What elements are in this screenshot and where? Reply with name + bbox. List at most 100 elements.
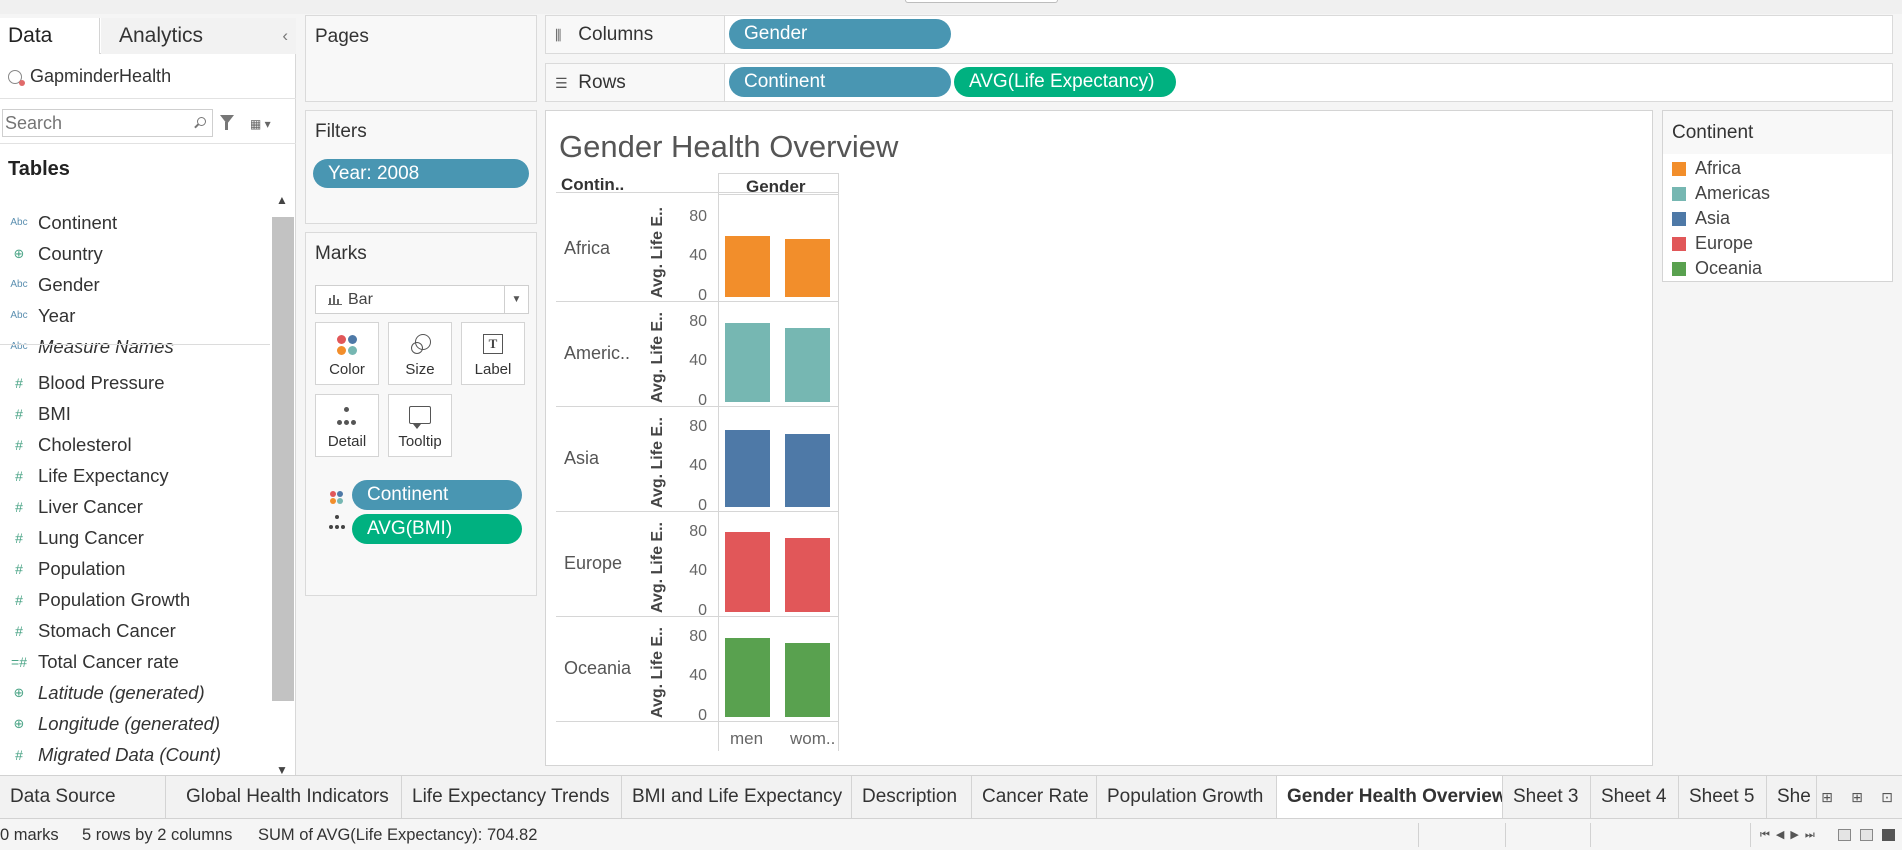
bar-africa-women[interactable] xyxy=(785,238,830,297)
field-item[interactable]: # Population Growth xyxy=(0,584,270,615)
field-item[interactable]: Abc Continent xyxy=(0,207,270,238)
color-legend: Continent Africa Americas Asia Europe Oceani… xyxy=(1662,110,1893,282)
detail-button[interactable]: Detail xyxy=(315,394,379,457)
tab-analytics[interactable]: Analytics ‹ xyxy=(101,18,296,54)
axis-tick-label: 40 xyxy=(689,457,707,475)
tab-data-source[interactable]: Data Source xyxy=(0,776,166,818)
legend-label: Africa xyxy=(1695,158,1742,178)
color-button[interactable]: Color xyxy=(315,322,379,385)
filter-icon[interactable] xyxy=(220,115,234,130)
sheet-tab[interactable]: Sheet 4 xyxy=(1591,776,1679,818)
field-item[interactable]: # Migrated Data (Count) xyxy=(0,739,270,770)
field-item[interactable]: # BMI xyxy=(0,398,270,429)
pages-card[interactable]: Pages xyxy=(305,15,537,102)
new-dashboard-icon[interactable]: ⊞ xyxy=(1842,776,1872,818)
field-item[interactable]: ⊕ Longitude (generated) xyxy=(0,708,270,739)
number-type-icon: # xyxy=(15,405,23,422)
field-item[interactable]: # Stomach Cancer xyxy=(0,615,270,646)
sheet-navigation-icons[interactable]: ⏮◀▶⏭ xyxy=(1760,828,1821,842)
number-type-icon: =# xyxy=(11,653,27,670)
collapse-pane-icon[interactable]: ‹ xyxy=(282,18,288,54)
chevron-down-icon: ▼ xyxy=(504,286,528,313)
color-button-label: Color xyxy=(329,361,365,378)
field-item[interactable]: # Liver Cancer xyxy=(0,491,270,522)
view-options-icon[interactable]: ▦ ▾ xyxy=(250,117,271,131)
tables-heading: Tables xyxy=(8,158,70,180)
axis-tick-label: 0 xyxy=(698,707,707,724)
field-item[interactable]: =# Total Cancer rate xyxy=(0,646,270,677)
columns-shelf[interactable]: ⫼ Columns Gender xyxy=(545,15,1893,54)
mark-type-dropdown[interactable]: Bar ▼ xyxy=(315,285,529,314)
bar-europe-women[interactable] xyxy=(785,537,830,612)
bar-americas-men[interactable] xyxy=(725,322,770,402)
sheet-tab[interactable]: Sheet 5 xyxy=(1679,776,1767,818)
rows-pill-avg-life-expectancy[interactable]: AVG(Life Expectancy) xyxy=(954,67,1176,97)
field-name: Country xyxy=(38,242,103,264)
bar-oceania-women[interactable] xyxy=(785,642,830,717)
field-item[interactable]: # Lung Cancer xyxy=(0,522,270,553)
rows-shelf[interactable]: ☰ Rows Continent AVG(Life Expectancy) xyxy=(545,63,1893,102)
bar-americas-women[interactable] xyxy=(785,327,830,402)
field-name: Total Cancer rate xyxy=(38,650,179,672)
status-sum: SUM of AVG(Life Expectancy): 704.82 xyxy=(258,826,538,844)
filmstrip-view-icon[interactable] xyxy=(1860,829,1873,841)
view-canvas[interactable]: Gender Health Overview Contin.. Gender A… xyxy=(545,110,1653,766)
new-story-icon[interactable]: ⊡ xyxy=(1872,776,1902,818)
field-item[interactable]: ⊕ Latitude (generated) xyxy=(0,677,270,708)
grid-view-icon[interactable] xyxy=(1838,829,1851,841)
marks-pill-avg-bmi[interactable]: AVG(BMI) xyxy=(352,514,522,544)
datasource-item[interactable]: GapminderHealth xyxy=(8,66,171,87)
sheet-tab[interactable]: Sheet 3 xyxy=(1503,776,1591,818)
number-type-icon: # xyxy=(15,622,23,639)
bar-asia-women[interactable] xyxy=(785,433,830,507)
field-item[interactable]: Abc Year xyxy=(0,300,270,331)
sheet-tab[interactable]: BMI and Life Expectancy xyxy=(622,776,852,818)
sheet-tab[interactable]: Global Health Indicators xyxy=(176,776,402,818)
search-field[interactable] xyxy=(2,109,213,137)
tooltip-button[interactable]: Tooltip xyxy=(388,394,452,457)
legend-item[interactable]: Asia xyxy=(1672,206,1730,231)
sheet-tab-label: Sheet 4 xyxy=(1601,786,1667,807)
field-item[interactable]: # Life Expectancy xyxy=(0,460,270,491)
columns-pill-gender[interactable]: Gender xyxy=(729,19,951,49)
legend-item[interactable]: Africa xyxy=(1672,156,1741,181)
tabs-view-icon[interactable] xyxy=(1882,829,1895,841)
tab-data[interactable]: Data xyxy=(0,18,100,54)
row-label: Africa xyxy=(564,238,611,258)
field-item[interactable]: ⊕ Country xyxy=(0,238,270,269)
sheet-tab[interactable]: Cancer Rate xyxy=(972,776,1097,818)
new-worksheet-icon[interactable]: ⊞ xyxy=(1812,776,1842,818)
search-input[interactable] xyxy=(5,113,185,134)
sheet-tab[interactable]: Gender Health Overview xyxy=(1277,776,1503,818)
legend-item[interactable]: Oceania xyxy=(1672,256,1762,281)
field-name: Latitude (generated) xyxy=(38,681,205,703)
bar-europe-men[interactable] xyxy=(725,531,770,612)
sheet-tab[interactable]: She xyxy=(1767,776,1817,818)
field-list-scrollbar[interactable]: ▲ ▼ xyxy=(272,193,294,777)
tab-analytics-label: Analytics xyxy=(119,24,204,47)
sheet-tab[interactable]: Life Expectancy Trends xyxy=(402,776,622,818)
columns-icon: ⫼ xyxy=(555,27,562,43)
grid-line xyxy=(556,192,838,193)
filter-pill-year[interactable]: Year: 2008 xyxy=(313,159,529,188)
field-item[interactable]: # Population xyxy=(0,553,270,584)
bar-asia-men[interactable] xyxy=(725,429,770,507)
sheet-tab[interactable]: Population Growth xyxy=(1097,776,1277,818)
field-item[interactable]: # Blood Pressure xyxy=(0,367,270,398)
scroll-up-icon[interactable]: ▲ xyxy=(276,193,288,207)
view-mode-buttons[interactable] xyxy=(1838,829,1895,841)
bar-africa-men[interactable] xyxy=(725,235,770,297)
field-item[interactable]: Abc Gender xyxy=(0,269,270,300)
toolbar-control-edge[interactable] xyxy=(905,0,1058,3)
bar-oceania-men[interactable] xyxy=(725,637,770,717)
rows-pill-continent[interactable]: Continent xyxy=(729,67,951,97)
legend-item[interactable]: Americas xyxy=(1672,181,1770,206)
marks-pill-continent[interactable]: Continent xyxy=(352,480,522,510)
legend-item[interactable]: Europe xyxy=(1672,231,1753,256)
field-item[interactable]: # Cholesterol xyxy=(0,429,270,460)
scroll-thumb[interactable] xyxy=(272,217,294,701)
size-button[interactable]: Size xyxy=(388,322,452,385)
label-button[interactable]: T Label xyxy=(461,322,525,385)
field-item[interactable]: Abc Measure Names xyxy=(0,331,270,362)
sheet-tab[interactable]: Description xyxy=(852,776,972,818)
